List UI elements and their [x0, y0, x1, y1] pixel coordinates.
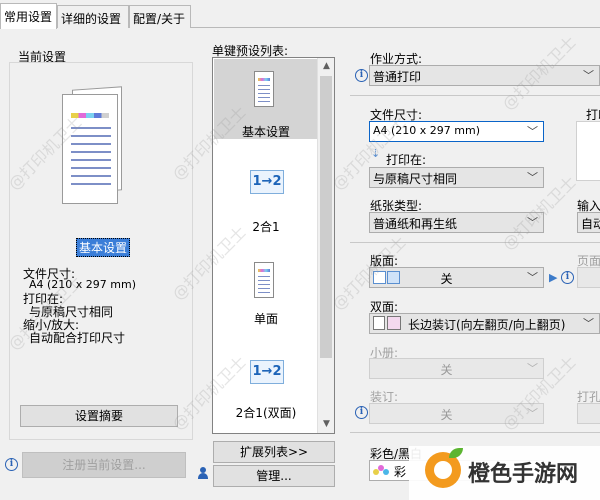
paper-type-select[interactable]: 普通纸和再生纸 ﹀ [369, 212, 544, 233]
binding-select[interactable]: 关 ﹀ [369, 403, 544, 424]
booklet-select[interactable]: 关 ﹀ [369, 358, 544, 379]
divider [350, 242, 600, 243]
print-on-select[interactable]: 与原稿尺寸相同 ﹀ [369, 167, 544, 188]
expand-list-button[interactable]: 扩展列表>> [213, 441, 335, 463]
single-page-icon [254, 71, 274, 107]
page-size-select[interactable]: A4 (210 x 297 mm) ﹀ [369, 121, 544, 142]
preset-item-basic[interactable]: 基本设置 [214, 59, 318, 139]
divider [350, 95, 600, 96]
info-icon: i [561, 271, 574, 284]
chevron-down-icon: ﹀ [527, 271, 538, 284]
settings-summary-button[interactable]: 设置摘要 [20, 405, 178, 427]
chevron-down-icon: ﹀ [583, 69, 594, 82]
preset-item-label: 单面 [253, 312, 278, 326]
scroll-down-icon[interactable]: ▼ [318, 416, 334, 433]
info-icon: i [5, 458, 18, 471]
duplex-icon [373, 316, 403, 331]
preset-item-2in1-duplex[interactable]: 1→2 2合1(双面) [214, 352, 318, 432]
manage-button[interactable]: 管理... [213, 465, 335, 487]
tab-detailed-settings[interactable]: 详细的设置 [57, 5, 129, 28]
scroll-thumb[interactable] [320, 76, 332, 358]
layout-select[interactable]: 关 ﹀ [369, 267, 544, 288]
info-icon: i [355, 406, 368, 419]
preset-item-label: 基本设置 [241, 125, 290, 139]
page-order-select[interactable] [577, 267, 600, 288]
tab-common-settings[interactable]: 常用设置 [0, 3, 57, 29]
arrow-right-icon: ▶ [549, 271, 558, 284]
2up-duplex-icon: 1→2 [250, 360, 284, 384]
color-dots-icon [373, 465, 389, 477]
divider [350, 432, 600, 433]
2up-icon: 1→2 [250, 170, 284, 194]
brand-name: 橙色手游网 [468, 462, 579, 487]
print-on-label: 打印在: [386, 153, 427, 167]
duplex-select[interactable]: 长边装订(向左翻页/向上翻页) ﹀ [369, 313, 600, 334]
preset-list[interactable]: 基本设置 1→2 2合1 单面 1→2 2合1(双面) ▲ ▼ [212, 57, 335, 434]
preset-item-2in1[interactable]: 1→2 2合1 [214, 156, 318, 236]
tab-config-about[interactable]: 配置/关于 [129, 5, 191, 28]
user-icon [198, 467, 208, 479]
chevron-down-icon: ﹀ [527, 125, 538, 138]
current-preset-name: 基本设置 [76, 238, 131, 257]
input-tray-select[interactable]: 自动 [577, 212, 600, 233]
chevron-down-icon: ﹀ [527, 171, 538, 184]
tab-bar: 常用设置 详细的设置 配置/关于 [0, 0, 600, 29]
punch-select[interactable] [577, 403, 600, 424]
arrow-down-icon: ⇣ [371, 147, 381, 160]
preset-item-label: 2合1 [252, 220, 280, 234]
chevron-down-icon: ﹀ [527, 407, 538, 420]
preset-item-label: 2合1(双面) [235, 406, 297, 420]
preset-list-scrollbar[interactable]: ▲ ▼ [317, 58, 334, 433]
job-mode-select[interactable]: 普通打印 ﹀ [369, 65, 600, 86]
print-side-frame [576, 121, 600, 181]
single-page-icon [254, 262, 274, 298]
chevron-down-icon: ﹀ [583, 317, 594, 330]
register-current-settings-button[interactable]: 注册当前设置... [22, 452, 186, 478]
scroll-up-icon[interactable]: ▲ [318, 58, 334, 75]
info-icon: i [355, 69, 368, 82]
preset-item-simplex[interactable]: 单面 [214, 254, 318, 334]
zoom-value: 自动配合打印尺寸 [29, 331, 126, 345]
brand-watermark: 橙色手游网 [409, 446, 600, 500]
chevron-down-icon: ﹀ [527, 216, 538, 229]
leaf-icon [449, 448, 463, 458]
chevron-down-icon: ﹀ [527, 362, 538, 375]
